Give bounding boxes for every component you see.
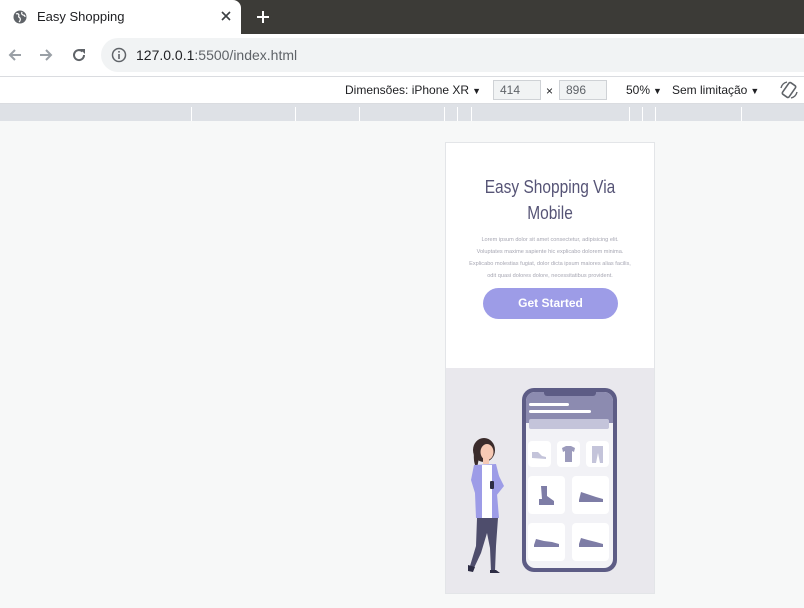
phone-in-hand: [490, 481, 494, 489]
get-started-button[interactable]: Get Started: [483, 288, 618, 319]
ruler-tick: [741, 107, 742, 121]
device-toolbar: Dimensões: iPhone XR ▼ 414 × 896 50% ▼ Sem…: [0, 76, 804, 104]
pants: [470, 518, 498, 571]
ruler-tick: [457, 107, 458, 121]
shirt: [482, 465, 492, 518]
width-input[interactable]: 414: [493, 80, 541, 100]
device-viewport: Easy Shopping Via Mobile Lorem ipsum dol…: [446, 143, 654, 593]
browser-toolbar: 127.0.0.1:5500/index.html: [0, 34, 804, 76]
throttling-select[interactable]: Sem limitação ▼: [672, 83, 759, 97]
phone-notch: [544, 388, 596, 396]
hero-description: Lorem ipsum dolor sit amet consectetur, …: [469, 237, 631, 279]
ruler-tick: [629, 107, 630, 121]
forward-icon[interactable]: [37, 46, 55, 64]
ruler-tick: [359, 107, 360, 121]
ruler-tick: [642, 107, 643, 121]
product-tile: [572, 476, 609, 514]
back-icon[interactable]: [6, 46, 24, 64]
globe-icon: [13, 10, 27, 24]
times-sign: ×: [546, 84, 554, 98]
rotate-icon[interactable]: [779, 80, 799, 100]
reload-icon[interactable]: [70, 46, 88, 64]
info-icon[interactable]: [111, 47, 127, 63]
tab-title: Easy Shopping: [37, 9, 125, 24]
ruler-tick: [471, 107, 472, 121]
close-icon[interactable]: [219, 9, 233, 23]
right-shoe: [490, 570, 500, 573]
face: [480, 444, 494, 460]
ruler-tick: [295, 107, 296, 121]
device-dimensions-select[interactable]: Dimensões: iPhone XR ▼: [345, 83, 481, 97]
plus-icon[interactable]: [255, 9, 271, 25]
height-input[interactable]: 896: [559, 80, 607, 100]
media-query-ruler[interactable]: [0, 104, 804, 121]
url-text: 127.0.0.1:5500/index.html: [136, 47, 298, 63]
browser-tab[interactable]: Easy Shopping: [0, 0, 241, 34]
ruler-tick: [191, 107, 192, 121]
ruler-tick: [444, 107, 445, 121]
zoom-select[interactable]: 50% ▼: [626, 83, 662, 97]
ruler-tick: [655, 107, 656, 121]
address-bar[interactable]: 127.0.0.1:5500/index.html: [101, 38, 804, 72]
shopping-illustration: [468, 388, 617, 573]
hero-title: Easy Shopping Via Mobile: [484, 177, 616, 223]
tab-strip: Easy Shopping: [0, 0, 804, 34]
